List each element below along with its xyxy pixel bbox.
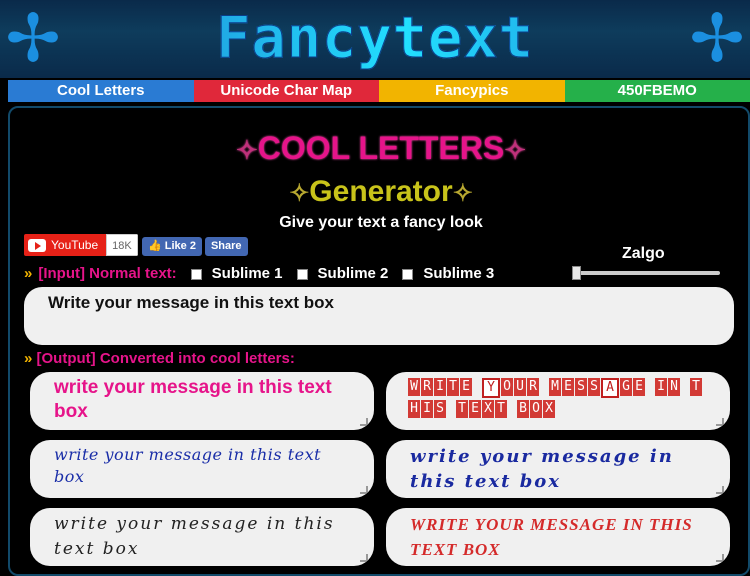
resize-handle[interactable]	[360, 486, 368, 494]
sublime-2-label: Sublime 2	[317, 265, 389, 282]
output-box-4[interactable]: write your message in this text box	[386, 440, 730, 498]
resize-handle[interactable]	[716, 486, 724, 494]
boxed-letter	[473, 378, 481, 396]
boxed-letters: W R I T E Y O U R M E S S A G E I N TH I S T E X T B O X	[408, 376, 708, 418]
sparkle-icon: ✧	[452, 180, 473, 207]
arrow-icon: »	[24, 350, 33, 367]
boxed-letter: X	[482, 400, 494, 418]
output-label-row: » [Output] Converted into cool letters:	[24, 348, 295, 370]
sublime-3-checkbox[interactable]	[402, 268, 414, 280]
fancytext-logo-icon[interactable]: ✢	[2, 4, 64, 74]
boxed-letter	[540, 378, 548, 396]
boxed-letter: X	[543, 400, 555, 418]
zalgo-label: Zalgo	[622, 245, 665, 262]
boxed-letter: W	[408, 378, 420, 396]
boxed-letter: H	[408, 400, 420, 418]
output-label: [Output] Converted into cool letters:	[36, 350, 295, 367]
fb-like-button[interactable]: 👍 Like 2	[142, 237, 202, 256]
boxed-letter: G	[620, 378, 632, 396]
output-box-2[interactable]: W R I T E Y O U R M E S S A G E I N TH I S T E X T B O X	[386, 372, 730, 430]
boxed-letter: I	[421, 400, 433, 418]
thumbs-up-icon: 👍	[148, 240, 165, 252]
boxed-letter: B	[517, 400, 529, 418]
tagline: Give your text a fancy look	[279, 214, 483, 231]
tab-fancypics[interactable]: Fancypics	[379, 80, 565, 102]
input-options-row: » [Input] Normal text: Sublime 1 Sublime…	[24, 263, 494, 285]
boxed-letter: Y	[482, 378, 500, 398]
boxed-letter: I	[434, 378, 446, 396]
boxed-letter: O	[530, 400, 542, 418]
site-header: ✢ Fancytext Generator ✢	[0, 0, 750, 78]
youtube-button[interactable]: YouTube	[24, 234, 107, 256]
boxed-letter: R	[421, 378, 433, 396]
resize-handle[interactable]	[360, 418, 368, 426]
boxed-letter	[681, 378, 689, 396]
boxed-letter	[508, 400, 516, 418]
tab-450fbemo[interactable]: 450FBEMO	[564, 80, 750, 102]
boxed-letter: T	[495, 400, 507, 418]
output-box-5[interactable]: write your message in this text box	[30, 508, 374, 566]
youtube-play-icon	[28, 238, 46, 252]
message-input[interactable]: Write your message in this text box	[24, 287, 734, 345]
tab-unicode-char-map[interactable]: Unicode Char Map	[193, 80, 379, 102]
boxed-letter: O	[501, 378, 513, 396]
boxed-letter: E	[469, 400, 481, 418]
boxed-letter: U	[514, 378, 526, 396]
resize-handle[interactable]	[716, 418, 724, 426]
boxed-letter: S	[434, 400, 446, 418]
boxed-letter: E	[633, 378, 645, 396]
arrow-icon: »	[24, 265, 33, 282]
page-subheading: ✧Generator✧	[289, 175, 473, 208]
boxed-letter	[646, 378, 654, 396]
sparkle-icon: ✧	[504, 135, 527, 165]
youtube-count: 18K	[106, 234, 138, 256]
boxed-letter: M	[549, 378, 561, 396]
output-box-3[interactable]: write your message in this text box	[30, 440, 374, 498]
zalgo-slider[interactable]	[572, 266, 720, 280]
generator-panel: ✧COOL LETTERS✧ ✧Generator✧ Give your tex…	[8, 106, 750, 576]
boxed-letter: T	[690, 378, 702, 396]
page-heading: ✧COOL LETTERS✧	[235, 130, 527, 166]
boxed-letter: N	[668, 378, 680, 396]
output-box-1[interactable]: write your message in this text box	[30, 372, 374, 430]
youtube-subscribe[interactable]: YouTube 18K	[24, 234, 138, 256]
fb-share-button[interactable]: Share	[204, 237, 248, 256]
boxed-letter: I	[655, 378, 667, 396]
facebook-buttons: 👍 Like 2 Share	[142, 237, 248, 256]
resize-handle[interactable]	[360, 554, 368, 562]
sublime-1-label: Sublime 1	[211, 265, 283, 282]
boxed-letter: E	[460, 378, 472, 396]
resize-handle[interactable]	[716, 554, 724, 562]
sublime-1-checkbox[interactable]	[190, 268, 202, 280]
boxed-letter	[447, 400, 455, 418]
fancytext-logo-icon[interactable]: ✢	[686, 4, 748, 74]
sublime-2-checkbox[interactable]	[296, 268, 308, 280]
site-title[interactable]: Fancytext Generator	[72, 2, 678, 79]
sparkle-icon: ✧	[289, 180, 310, 207]
sparkle-icon: ✧	[235, 135, 258, 165]
input-label: [Input] Normal text:	[38, 265, 177, 282]
output-box-6[interactable]: WRITE YOUR MESSAGE IN THIS TEXT BOX	[386, 508, 730, 566]
sublime-3-label: Sublime 3	[423, 265, 495, 282]
boxed-letter: E	[562, 378, 574, 396]
boxed-letter: R	[527, 378, 539, 396]
tab-cool-letters[interactable]: Cool Letters	[8, 80, 194, 102]
slider-handle[interactable]	[572, 266, 581, 280]
boxed-letter: S	[588, 378, 600, 396]
nav-tabs: Cool Letters Unicode Char Map Fancypics …	[8, 80, 750, 102]
boxed-letter: A	[601, 378, 619, 398]
boxed-letter: T	[456, 400, 468, 418]
boxed-letter: T	[447, 378, 459, 396]
boxed-letter: S	[575, 378, 587, 396]
